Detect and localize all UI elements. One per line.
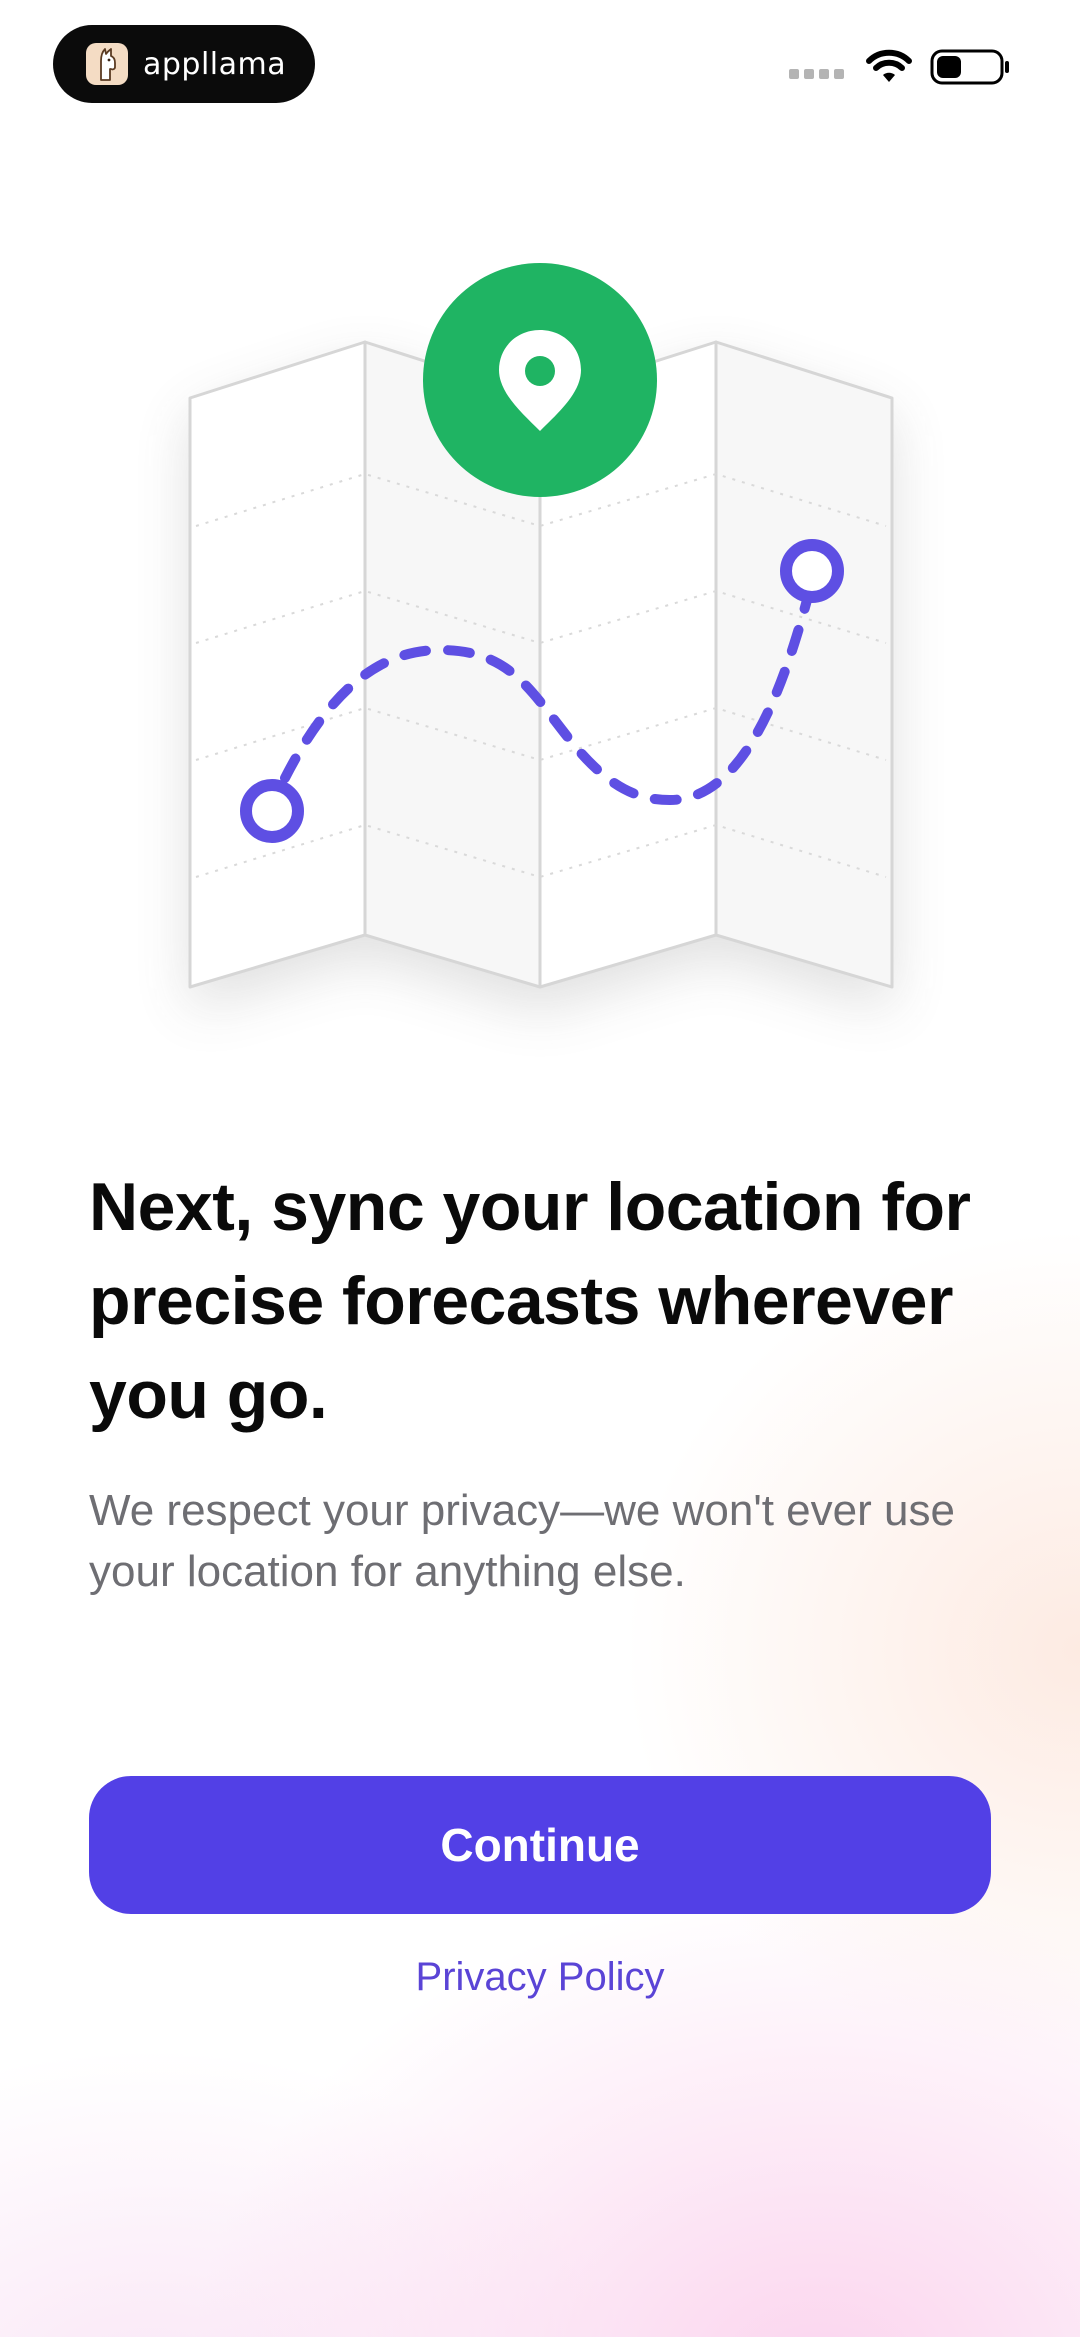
privacy-policy-link[interactable]: Privacy Policy <box>0 1955 1080 2000</box>
folded-map-illustration <box>188 263 894 1010</box>
privacy-subtext: We respect your privacy—we won't ever us… <box>89 1486 955 1596</box>
continue-button[interactable]: Continue <box>89 1776 991 1914</box>
headline: Next, sync your location for precise for… <box>89 1169 971 1433</box>
location-pin-icon <box>423 263 657 497</box>
route-start-marker <box>240 779 304 843</box>
route-end-marker <box>780 539 844 603</box>
